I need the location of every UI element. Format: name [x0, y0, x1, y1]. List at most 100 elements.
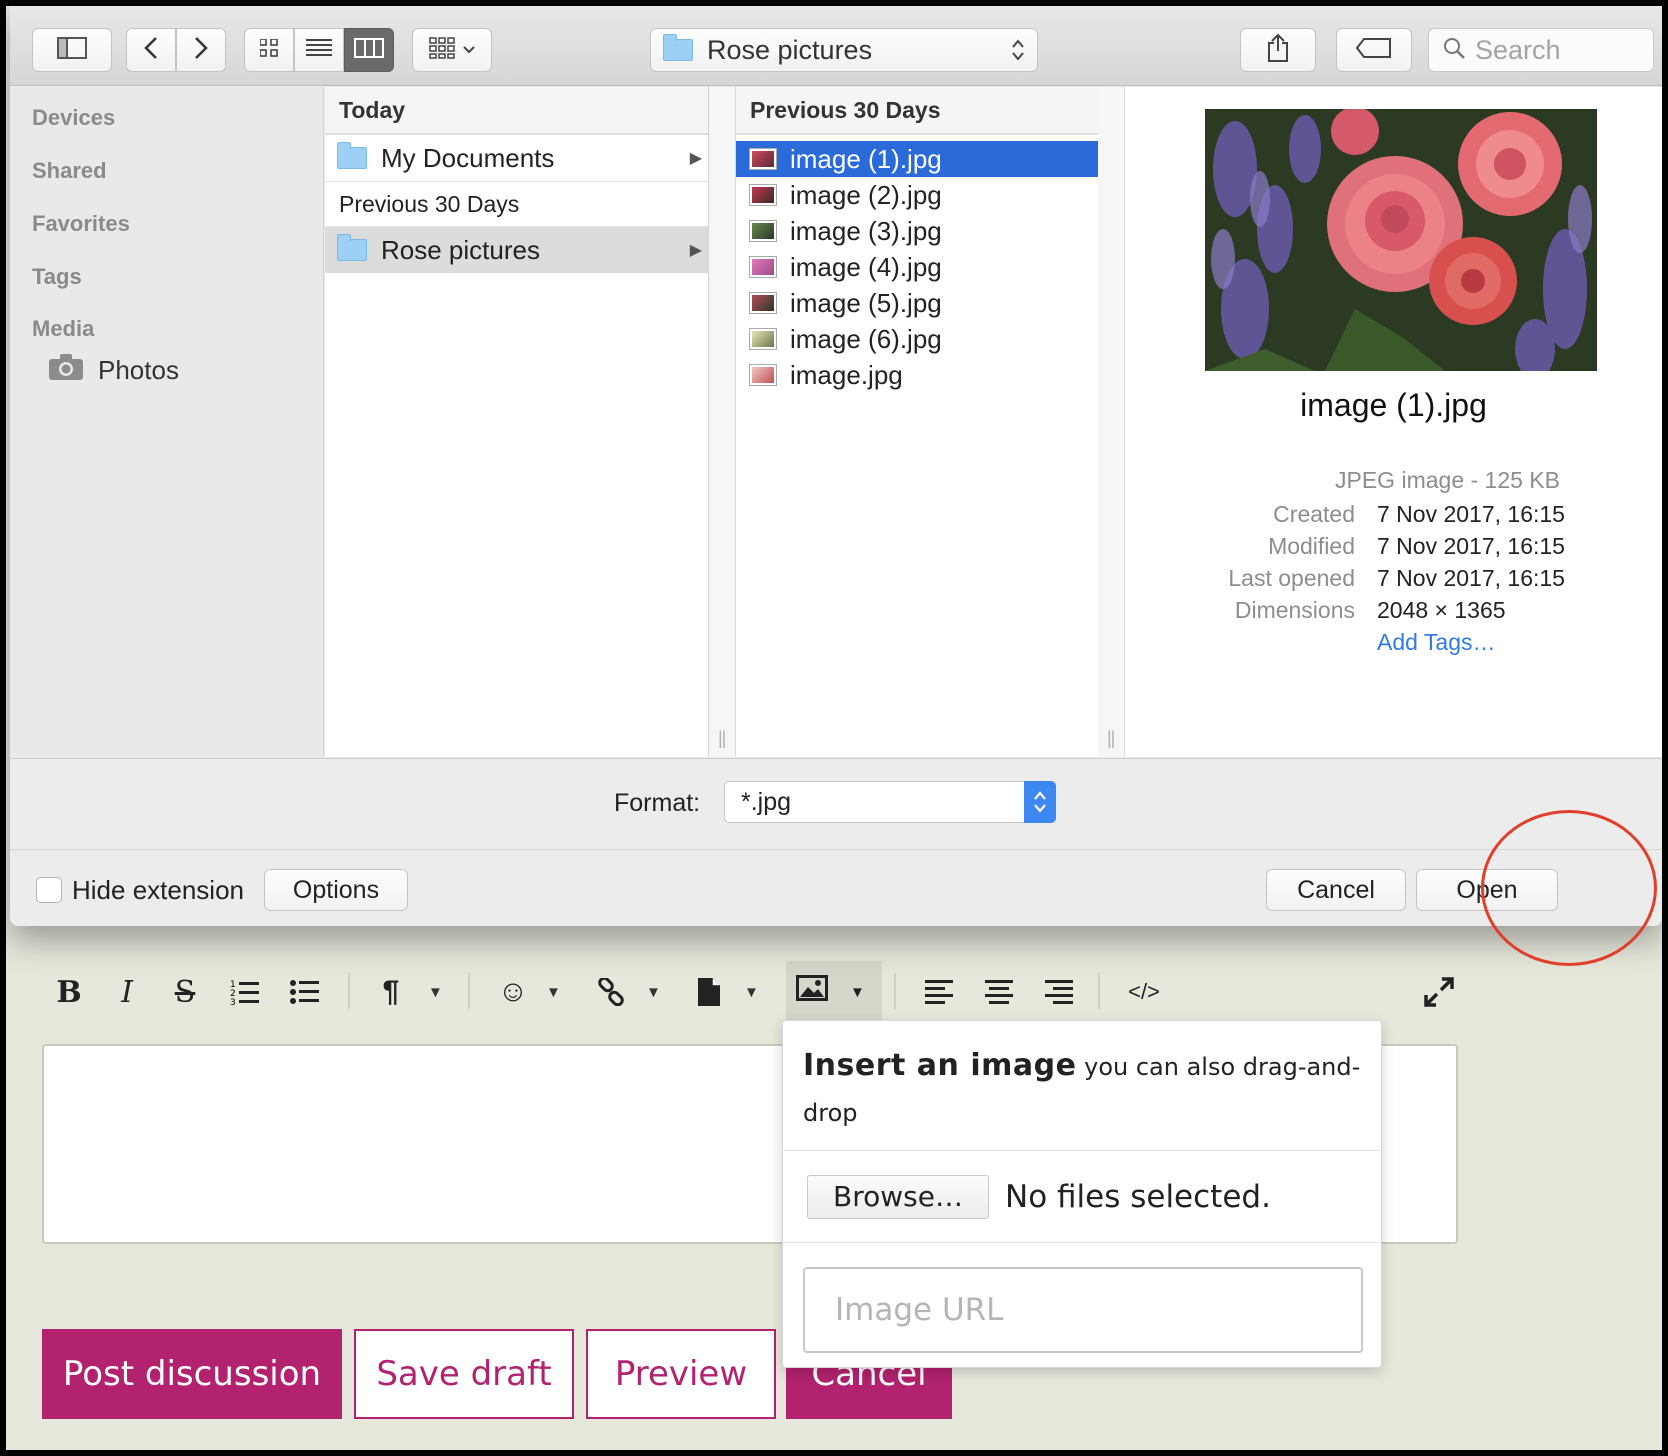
post-discussion-button[interactable]: Post discussion: [42, 1329, 342, 1419]
sidebar-item-label: Photos: [98, 355, 179, 385]
location-label: Rose pictures: [707, 34, 873, 65]
italic-icon[interactable]: I: [104, 961, 150, 1023]
file-label: image (1).jpg: [790, 143, 942, 174]
align-center-icon[interactable]: [976, 961, 1022, 1023]
column-resize-handle[interactable]: | |: [709, 87, 736, 757]
chevron-down-icon[interactable]: ▼: [744, 961, 759, 1023]
toolbar-divider: [348, 973, 350, 1009]
column-subheader-previous: Previous 30 Days: [325, 181, 708, 227]
popup-title: Insert an image: [803, 1048, 1077, 1083]
forward-button[interactable]: [176, 28, 226, 72]
image-thumbnail-icon: [750, 365, 776, 385]
column-header-previous: Previous 30 Days: [736, 87, 1123, 135]
file-row-image-2[interactable]: image (2).jpg: [736, 177, 1123, 213]
file-row-image-1[interactable]: image (1).jpg: [736, 141, 1123, 177]
link-icon[interactable]: [588, 961, 634, 1023]
svg-text:3: 3: [230, 998, 236, 1006]
browse-button[interactable]: Browse…: [807, 1174, 989, 1219]
up-down-chevron-icon: [1011, 37, 1025, 70]
arrange-button[interactable]: [412, 28, 492, 72]
tag-button[interactable]: [1336, 28, 1412, 72]
file-icon[interactable]: [686, 961, 732, 1023]
image-thumbnail-icon: [750, 185, 776, 205]
code-view-icon[interactable]: </>: [1116, 961, 1172, 1023]
chevron-down-icon[interactable]: ▼: [428, 961, 443, 1023]
location-popup[interactable]: Rose pictures: [650, 28, 1038, 72]
emoji-icon[interactable]: ☺: [490, 961, 536, 1023]
last-opened-value: 7 Nov 2017, 16:15: [1377, 565, 1565, 591]
paragraph-icon[interactable]: ¶: [368, 961, 414, 1023]
up-down-chevron-icon: [1024, 781, 1056, 823]
preview-file-name: image (1).jpg: [1300, 387, 1487, 423]
cancel-dialog-button[interactable]: Cancel: [1266, 869, 1406, 911]
modified-label: Modified: [1268, 533, 1355, 559]
editor-toolbar: B I S 123 ¶ ▼ ☺ ▼ ▼ ▼ ▼ </>: [36, 961, 1456, 1023]
sidebar-toggle-button[interactable]: [32, 28, 112, 72]
format-value: *.jpg: [741, 787, 792, 816]
file-row-image-6[interactable]: image (6).jpg: [736, 321, 1123, 357]
toolbar-divider: [1098, 973, 1100, 1009]
column-resize-handle[interactable]: | |: [1098, 87, 1125, 757]
chevron-down-icon: [463, 41, 475, 59]
chevron-down-icon[interactable]: ▼: [646, 961, 661, 1023]
folder-row-my-documents[interactable]: My Documents ▶: [325, 135, 708, 181]
columns-icon: [354, 37, 384, 63]
list-view-button[interactable]: [294, 28, 344, 72]
bullet-list-icon[interactable]: [282, 961, 328, 1023]
save-draft-button[interactable]: Save draft: [354, 1329, 574, 1419]
sidebar-section-media[interactable]: Media: [32, 316, 94, 342]
hide-extension-checkbox[interactable]: [36, 877, 62, 903]
file-row-image-3[interactable]: image (3).jpg: [736, 213, 1123, 249]
dimensions-label: Dimensions: [1234, 597, 1355, 623]
file-row-image-5[interactable]: image (5).jpg: [736, 285, 1123, 321]
sidebar-section-favorites[interactable]: Favorites: [32, 211, 130, 237]
sidebar-section-devices[interactable]: Devices: [32, 105, 115, 131]
image-url-input[interactable]: Image URL: [803, 1267, 1363, 1353]
file-row-image-4[interactable]: image (4).jpg: [736, 249, 1123, 285]
folder-label: Rose pictures: [381, 234, 540, 265]
bold-icon[interactable]: B: [46, 961, 92, 1023]
dialog-bottom-bar: Format: *.jpg Hide extension Options Can…: [10, 758, 1662, 926]
dialog-sidebar: Devices Shared Favorites Tags Media Phot…: [10, 87, 324, 757]
rose-photo-preview: [1205, 109, 1597, 371]
add-tags-link[interactable]: Add Tags…: [1377, 629, 1495, 656]
share-icon: [1267, 33, 1289, 68]
fullscreen-icon[interactable]: [1416, 961, 1462, 1023]
format-select[interactable]: *.jpg: [724, 781, 1056, 823]
toolbar-divider: [894, 973, 896, 1009]
file-row-image[interactable]: image.jpg: [736, 357, 1123, 393]
chevron-down-icon[interactable]: ▼: [546, 961, 561, 1023]
browser-column-1: Today My Documents ▶ Previous 30 Days Ro…: [325, 87, 709, 757]
resize-grip-icon: | |: [1107, 728, 1116, 748]
align-right-icon[interactable]: [1036, 961, 1082, 1023]
back-button[interactable]: [126, 28, 176, 72]
file-label: image (3).jpg: [790, 215, 942, 246]
folder-row-rose-pictures[interactable]: Rose pictures ▶: [325, 227, 708, 273]
sidebar-item-photos[interactable]: Photos: [48, 353, 179, 388]
options-button[interactable]: Options: [264, 869, 408, 911]
image-toolbar-button[interactable]: ▼: [786, 961, 882, 1023]
align-left-icon[interactable]: [916, 961, 962, 1023]
preview-button[interactable]: Preview: [586, 1329, 776, 1419]
insert-image-popup: Insert an image you can also drag-and-dr…: [782, 1020, 1382, 1368]
sidebar-section-tags[interactable]: Tags: [32, 264, 82, 290]
file-label: image (5).jpg: [790, 287, 942, 318]
modified-value: 7 Nov 2017, 16:15: [1377, 533, 1565, 559]
strikethrough-icon[interactable]: S: [162, 961, 208, 1023]
column-view-button[interactable]: [344, 28, 394, 72]
last-opened-label: Last opened: [1228, 565, 1355, 591]
no-files-text: No files selected.: [1005, 1178, 1271, 1215]
dialog-toolbar: Rose pictures Search: [10, 6, 1662, 86]
ordered-list-icon[interactable]: 123: [222, 961, 268, 1023]
column-header-today: Today: [325, 87, 708, 135]
popup-header: Insert an image you can also drag-and-dr…: [783, 1021, 1381, 1151]
screenshot-frame: B I S 123 ¶ ▼ ☺ ▼ ▼ ▼ ▼ </> Post discuss…: [6, 6, 1662, 1450]
share-button[interactable]: [1240, 28, 1316, 72]
file-picker-row: Browse… No files selected.: [783, 1151, 1381, 1243]
file-label: image (4).jpg: [790, 251, 942, 282]
icon-view-button[interactable]: [244, 28, 294, 72]
sidebar-section-shared[interactable]: Shared: [32, 158, 107, 184]
image-thumbnail-icon: [750, 149, 776, 169]
search-input[interactable]: Search: [1428, 28, 1654, 72]
image-icon: [796, 975, 828, 1009]
